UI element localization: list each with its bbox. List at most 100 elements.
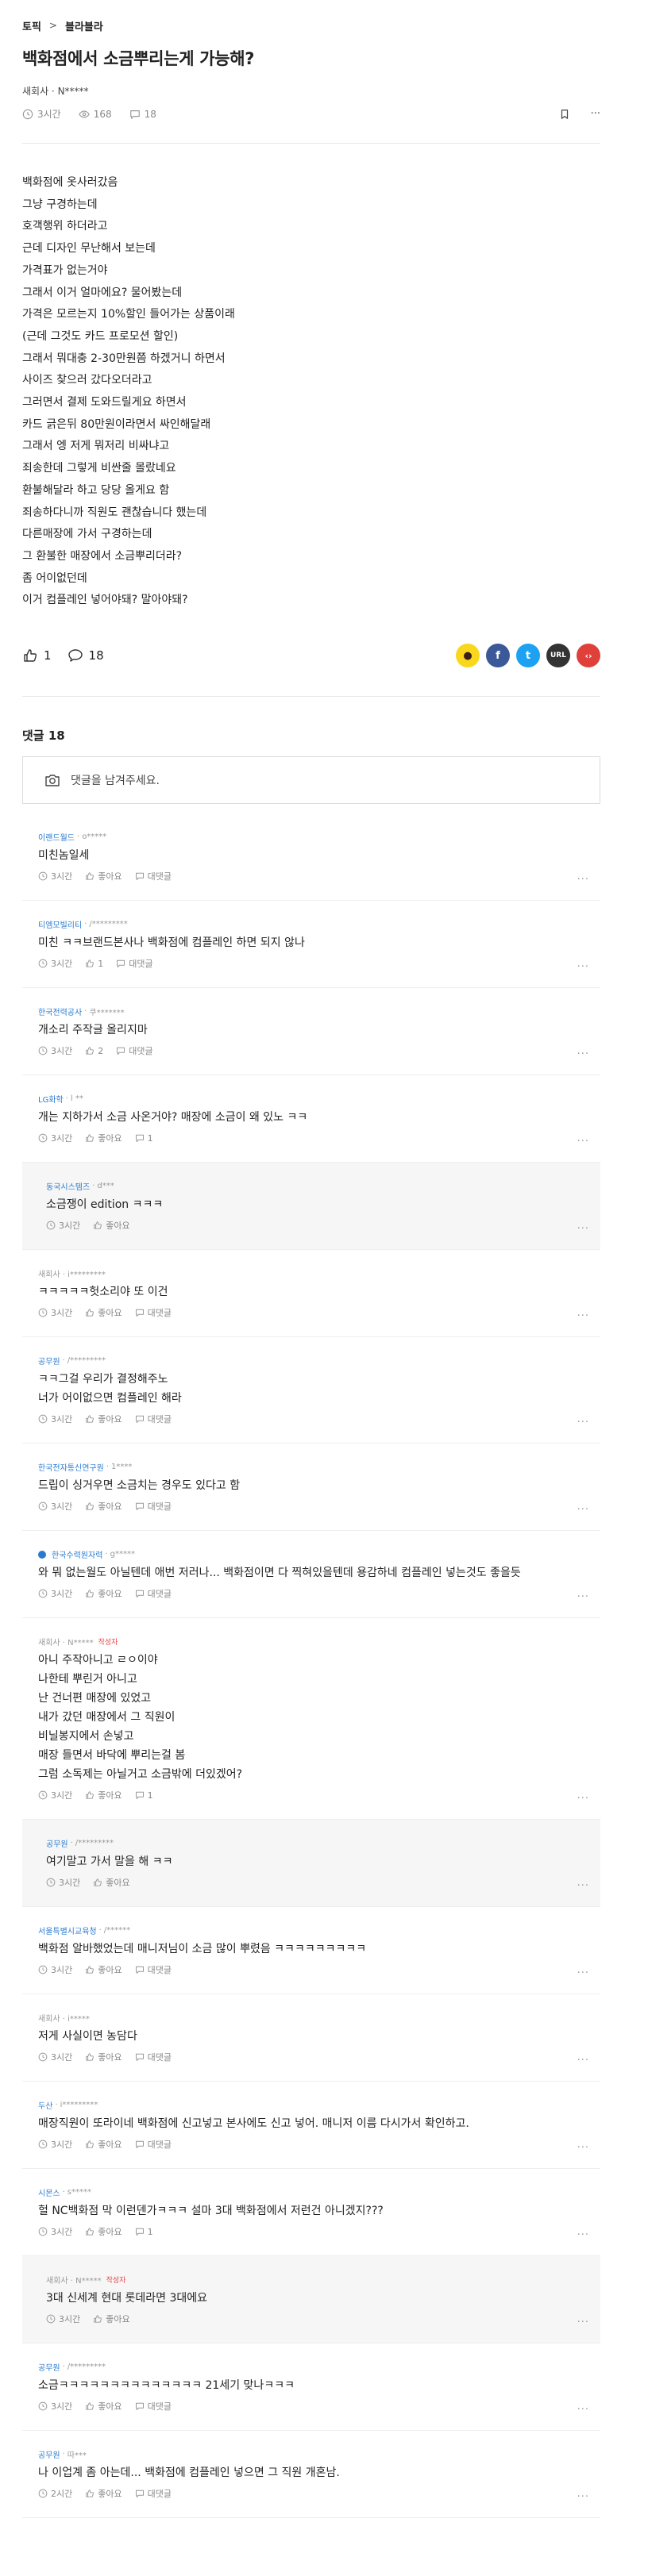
comment-like-button[interactable]: 1 <box>85 959 103 969</box>
comment-like-button[interactable]: 좋아요 <box>85 1306 122 1319</box>
comment-company[interactable]: 두산 <box>38 2099 52 2111</box>
more-options-icon[interactable]: ··· <box>577 1793 589 1805</box>
comment-author[interactable]: 이랜드월드 · o***** <box>38 831 584 843</box>
comment-reply-button[interactable]: 대댓글 <box>135 1587 172 1600</box>
comment-reply-button[interactable]: 대댓글 <box>135 2400 172 2413</box>
comment-reply-button[interactable]: 대댓글 <box>135 870 172 882</box>
comment-like-value: 좋아요 <box>98 1589 122 1600</box>
more-options-icon[interactable]: ··· <box>577 2142 589 2154</box>
breadcrumb-board[interactable]: 블라블라 <box>65 18 103 33</box>
comment-author[interactable]: 새회사 · i********* <box>38 1267 584 1279</box>
more-options-icon[interactable]: ··· <box>577 1417 589 1428</box>
comment-author[interactable]: 새회사 · i***** <box>38 2012 584 2024</box>
comment-author[interactable]: 한국수력원자력 · g***** <box>38 1548 584 1560</box>
comment-author[interactable]: 공무원 · /********* <box>38 2361 584 2373</box>
comment: 이랜드월드 · o***** 미친놈일세 3시간 좋아요 대댓글 ··· <box>22 813 600 902</box>
bookmark-icon[interactable] <box>559 109 570 120</box>
comment-author[interactable]: 두산 · i********* <box>38 2099 584 2111</box>
comment-author[interactable]: LG화학 · l ** <box>38 1093 584 1105</box>
comment-reply-button[interactable]: 대댓글 <box>135 1306 172 1319</box>
comment-like-button[interactable]: 좋아요 <box>93 1876 130 1889</box>
comment: 서울특별시교육청 · /****** 백화점 알바했었는데 매니저님이 소금 많이… <box>22 1907 600 1995</box>
comment-reply-button[interactable]: 대댓글 <box>116 957 153 970</box>
comment-company[interactable]: 공무원 <box>38 2361 60 2373</box>
comment-like-button[interactable]: 좋아요 <box>85 870 122 882</box>
comment-company[interactable]: 한국수력원자력 <box>52 1548 102 1560</box>
comment-reply-button[interactable]: 1 <box>135 2227 153 2237</box>
more-options-icon[interactable]: ··· <box>591 108 600 120</box>
facebook-share-button[interactable]: f <box>486 644 510 668</box>
more-options-icon[interactable]: ··· <box>577 1591 589 1603</box>
more-options-icon[interactable]: ··· <box>577 1504 589 1516</box>
comment-reply-button[interactable]: 대댓글 <box>135 1413 172 1425</box>
comment-company[interactable]: 티엠모빌리티 <box>38 918 82 930</box>
url-copy-button[interactable]: URL <box>546 644 570 668</box>
comment-company[interactable]: 공무원 <box>46 1837 68 1849</box>
comment-like-button[interactable]: 좋아요 <box>93 2313 130 2325</box>
comment-reply-button[interactable]: 대댓글 <box>135 1500 172 1513</box>
comment-button[interactable]: 18 <box>68 648 104 663</box>
comment-like-button[interactable]: 좋아요 <box>85 1500 122 1513</box>
comment-author[interactable]: 한국전자통신연구원 · 1**** <box>38 1461 584 1473</box>
more-options-icon[interactable]: ··· <box>577 2404 589 2416</box>
comment-reply-button[interactable]: 대댓글 <box>135 2051 172 2063</box>
comment-company[interactable]: 공무원 <box>38 2448 60 2460</box>
comment-like-button[interactable]: 좋아요 <box>85 2400 122 2413</box>
more-options-icon[interactable]: ··· <box>577 1967 589 1979</box>
more-options-icon[interactable]: ··· <box>577 961 589 973</box>
comment-reply-button[interactable]: 1 <box>135 1133 153 1144</box>
comment-company[interactable]: 동국시스템즈 <box>46 1180 90 1192</box>
comment-reply-button[interactable]: 대댓글 <box>135 2487 172 2500</box>
kakao-share-button[interactable]: ● <box>456 644 480 668</box>
comment-author[interactable]: 한국전력공사 · 쿠******* <box>38 1005 584 1017</box>
comment-company[interactable]: 시몬스 <box>38 2186 60 2198</box>
comment-author[interactable]: 새회사 · N***** 작성자 <box>38 1636 584 1647</box>
more-options-icon[interactable]: ··· <box>577 874 589 886</box>
twitter-share-button[interactable]: t <box>516 644 540 668</box>
camera-icon[interactable] <box>44 771 61 789</box>
comment-company[interactable]: 이랜드월드 <box>38 831 75 843</box>
comment-author[interactable]: 공무원 · /********* <box>38 1355 584 1367</box>
more-options-icon[interactable]: ··· <box>577 1048 589 1060</box>
comment-like-button[interactable]: 좋아요 <box>85 1587 122 1600</box>
comment-company[interactable]: 한국전자통신연구원 <box>38 1461 104 1473</box>
more-options-icon[interactable]: ··· <box>577 1223 589 1235</box>
comment-like-button[interactable]: 2 <box>85 1046 103 1056</box>
comment-like-button[interactable]: 좋아요 <box>85 1963 122 1976</box>
comment-reply-button[interactable]: 대댓글 <box>135 1963 172 1976</box>
like-button[interactable]: 1 <box>22 648 52 663</box>
comment-like-button[interactable]: 좋아요 <box>85 1413 122 1425</box>
comment-like-button[interactable]: 좋아요 <box>85 1789 122 1801</box>
comment-company[interactable]: 한국전력공사 <box>38 1005 82 1017</box>
more-options-icon[interactable]: ··· <box>577 1136 589 1148</box>
more-options-icon[interactable]: ··· <box>577 1880 589 1892</box>
more-options-icon[interactable]: ··· <box>577 2491 589 2503</box>
comment-author[interactable]: 공무원 · 따*** <box>38 2448 584 2460</box>
comment-like-button[interactable]: 좋아요 <box>85 2051 122 2063</box>
comment-company[interactable]: LG화학 <box>38 1093 64 1105</box>
comment-company[interactable]: 서울특별시교육청 <box>38 1924 97 1936</box>
comment-like-button[interactable]: 좋아요 <box>93 1219 130 1232</box>
comment-company[interactable]: 공무원 <box>38 1355 60 1367</box>
comment-like-button[interactable]: 좋아요 <box>85 2225 122 2238</box>
comment-input[interactable]: 댓글을 남겨주세요. <box>22 756 600 805</box>
more-options-icon[interactable]: ··· <box>577 2316 589 2328</box>
comment-author[interactable]: 티엠모빌리티 · /********* <box>38 918 584 930</box>
breadcrumb-topic[interactable]: 토픽 <box>22 18 41 33</box>
embed-button[interactable]: ‹› <box>577 644 600 668</box>
comment-author[interactable]: 시몬스 · s***** <box>38 2186 584 2198</box>
comment-like-button[interactable]: 좋아요 <box>85 1132 122 1144</box>
post-author[interactable]: 새회사 · N***** <box>22 84 600 98</box>
comment-reply-button[interactable]: 대댓글 <box>116 1044 153 1057</box>
more-options-icon[interactable]: ··· <box>577 1310 589 1322</box>
more-options-icon[interactable]: ··· <box>577 2229 589 2241</box>
comment-author[interactable]: 서울특별시교육청 · /****** <box>38 1924 584 1936</box>
comment-author[interactable]: 공무원 · /********* <box>46 1837 584 1849</box>
comment-reply-button[interactable]: 1 <box>135 1790 153 1801</box>
comment-like-button[interactable]: 좋아요 <box>85 2487 122 2500</box>
comment-reply-button[interactable]: 대댓글 <box>135 2138 172 2151</box>
comment-author[interactable]: 새회사 · N***** 작성자 <box>46 2274 584 2286</box>
comment-like-button[interactable]: 좋아요 <box>85 2138 122 2151</box>
comment-author[interactable]: 동국시스템즈 · d*** <box>46 1180 584 1192</box>
more-options-icon[interactable]: ··· <box>577 2055 589 2067</box>
